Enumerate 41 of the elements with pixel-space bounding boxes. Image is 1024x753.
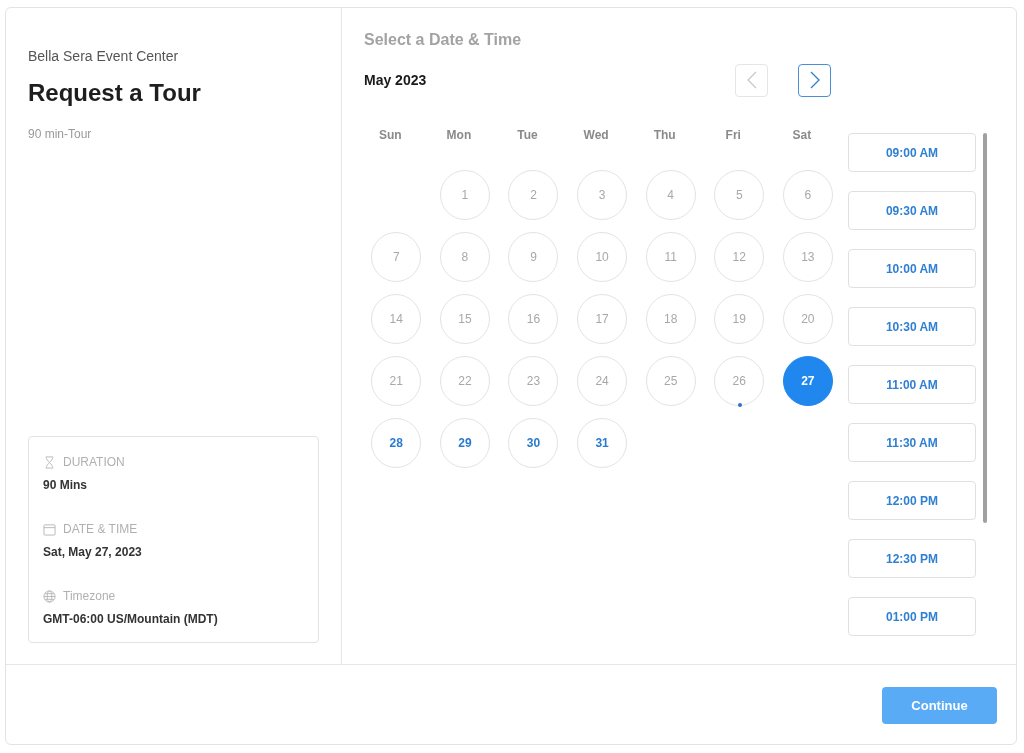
hourglass-icon <box>43 455 56 469</box>
calendar-day[interactable]: 31 <box>577 418 628 468</box>
summary-label: Timezone <box>63 589 116 603</box>
weekday-label: Wed <box>582 128 610 144</box>
tour-subtitle: 90 min-Tour <box>28 127 93 141</box>
weekday-label: Fri <box>724 128 742 144</box>
weekday-label: Tue <box>516 128 539 144</box>
weekday-label: Thu <box>652 128 677 144</box>
next-month-button[interactable] <box>798 63 831 97</box>
chevron-right-icon <box>809 71 820 89</box>
time-slot[interactable]: 11:00 AM <box>848 365 976 404</box>
today-dot <box>738 403 743 407</box>
summary-label: DURATION <box>63 455 125 469</box>
globe-icon <box>43 589 56 603</box>
calendar-day[interactable]: 28 <box>371 418 422 468</box>
time-slot[interactable]: 12:00 PM <box>848 481 976 520</box>
time-slot[interactable]: 10:00 AM <box>848 249 976 288</box>
weekday-label: Sat <box>791 128 813 144</box>
venue-name: Bella Sera Event Center <box>28 48 180 64</box>
page-title: Request a Tour <box>28 79 202 107</box>
summary-value: GMT-06:00 US/Mountain (MDT) <box>43 612 219 626</box>
month-label: May 2023 <box>364 72 428 88</box>
chevron-left-icon <box>746 71 757 89</box>
summary-label: DATE & TIME <box>63 522 138 536</box>
summary-value: Sat, May 27, 2023 <box>43 545 143 559</box>
time-slot[interactable]: 11:30 AM <box>848 423 976 462</box>
continue-button[interactable]: Continue <box>882 687 997 724</box>
calendar-icon <box>43 522 56 536</box>
calendar-day[interactable]: 27 <box>782 356 833 406</box>
weekday-label: Sun <box>377 128 403 144</box>
summary-value: 90 Mins <box>43 478 88 492</box>
calendar-day[interactable]: 30 <box>508 418 559 468</box>
time-slot[interactable]: 09:30 AM <box>848 191 976 230</box>
scrollbar[interactable] <box>983 133 987 523</box>
time-slot[interactable]: 12:30 PM <box>848 539 976 578</box>
time-slot[interactable]: 10:30 AM <box>848 307 976 346</box>
weekday-label: Mon <box>445 128 473 144</box>
time-slot[interactable]: 09:00 AM <box>848 133 976 172</box>
time-slot[interactable]: 01:00 PM <box>848 597 976 636</box>
calendar-day[interactable]: 29 <box>439 418 490 468</box>
section-heading: Select a Date & Time <box>364 31 523 49</box>
